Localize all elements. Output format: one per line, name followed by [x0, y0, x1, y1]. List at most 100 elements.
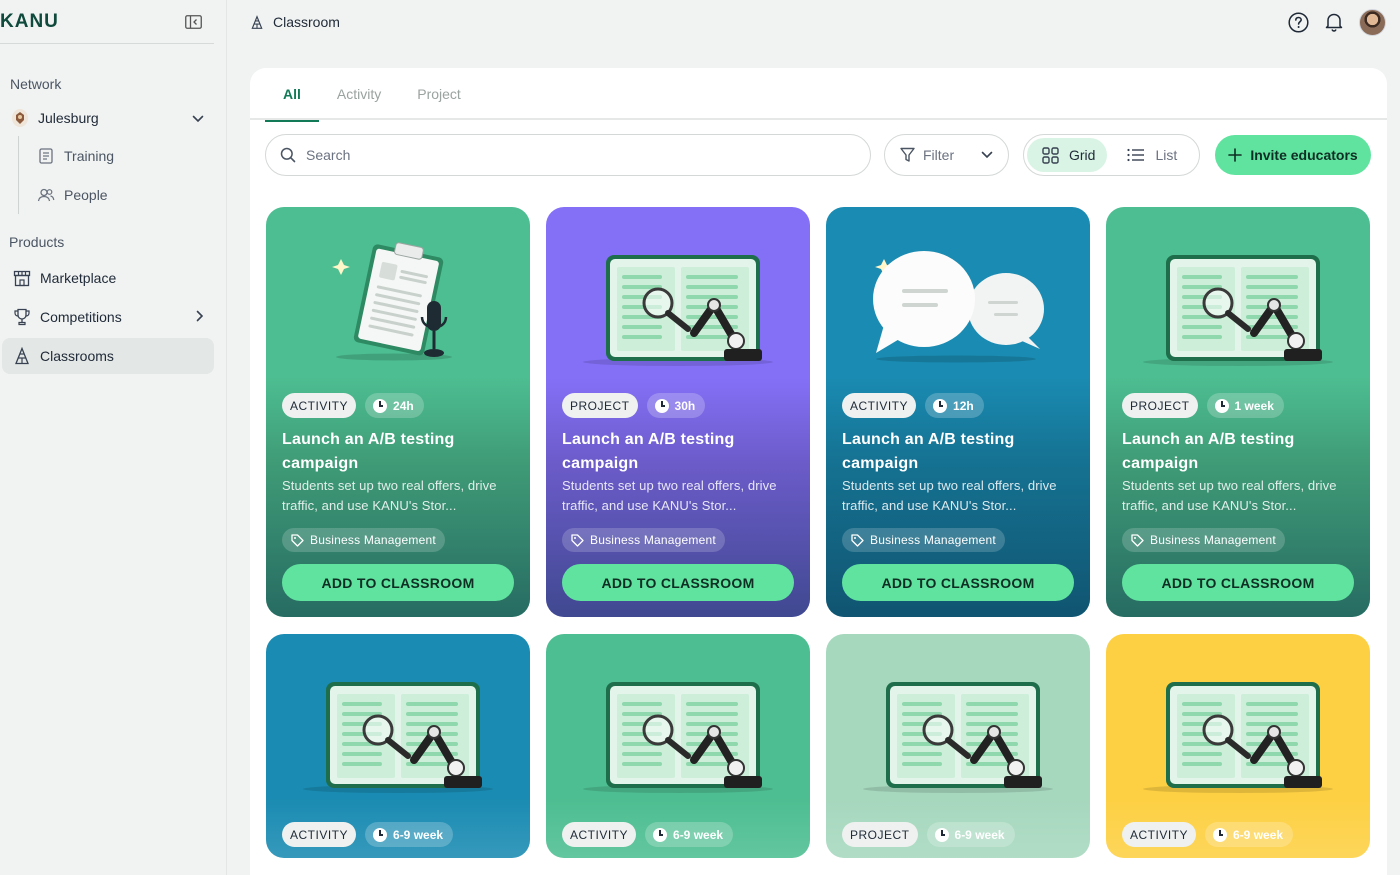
- clock-icon: [933, 398, 948, 413]
- card-duration: 6-9 week: [954, 827, 1005, 842]
- card-pills: ACTIVITY 24h: [282, 393, 514, 418]
- card-description: Students set up two real offers, drive t…: [562, 478, 777, 513]
- card-tag: Business Management: [282, 528, 445, 552]
- chevron-right-icon: [196, 309, 204, 325]
- card-duration-badge: 6-9 week: [1205, 822, 1294, 847]
- card-tag-label: Business Management: [310, 533, 436, 547]
- card-content: PROJECT 1 week Launch an A/B testing cam…: [1122, 393, 1354, 601]
- grid-view-label: Grid: [1069, 147, 1096, 163]
- help-icon[interactable]: [1287, 11, 1309, 33]
- course-card[interactable]: ACTIVITY 24h Launch an A/B testing campa…: [266, 207, 530, 617]
- card-duration-badge: 1 week: [1206, 393, 1284, 418]
- tab-activity[interactable]: Activity: [319, 68, 399, 120]
- filter-dropdown[interactable]: Filter: [884, 134, 1009, 176]
- view-toggle: Grid List: [1023, 134, 1200, 176]
- breadcrumb: Classroom: [250, 14, 340, 30]
- tab-bar: All Activity Project: [250, 68, 1387, 122]
- clock-icon: [934, 827, 949, 842]
- sidebar-item-label: Training: [64, 147, 115, 164]
- sidebar-item-people[interactable]: People: [27, 175, 214, 214]
- card-duration-badge: 30h: [646, 393, 706, 418]
- sidebar-item-label: People: [64, 186, 108, 203]
- card-content: ACTIVITY 24h Launch an A/B testing campa…: [282, 393, 514, 601]
- clock-icon: [373, 398, 388, 413]
- collapse-sidebar-icon[interactable]: [184, 14, 202, 30]
- sidebar-item-label: Classrooms: [40, 348, 114, 364]
- card-grid: ACTIVITY 24h Launch an A/B testing campa…: [266, 207, 1370, 858]
- classroom-icon: [12, 346, 32, 366]
- invite-label: Invite educators: [1250, 147, 1358, 163]
- card-type-badge: PROJECT: [1122, 393, 1198, 418]
- card-duration: 24h: [393, 398, 414, 413]
- grid-view-button[interactable]: Grid: [1027, 138, 1108, 172]
- card-content: ACTIVITY 12h Launch an A/B testing campa…: [842, 393, 1074, 601]
- org-name: Julesburg: [38, 110, 99, 126]
- course-card[interactable]: PROJECT 6-9 week: [826, 634, 1090, 858]
- sidebar-item-marketplace[interactable]: Marketplace: [2, 260, 214, 296]
- user-avatar[interactable]: [1359, 8, 1386, 36]
- tab-project[interactable]: Project: [399, 68, 479, 120]
- card-content: ACTIVITY 6-9 week: [282, 822, 514, 847]
- people-icon: [37, 186, 55, 204]
- card-title: Launch an A/B testing campaign: [1122, 431, 1295, 472]
- sidebar-item-label: Competitions: [40, 309, 122, 325]
- tag-icon: [571, 533, 584, 547]
- network-section-label: Network: [10, 76, 62, 92]
- sidebar-item-classrooms[interactable]: Classrooms: [2, 338, 214, 374]
- card-type-badge: ACTIVITY: [562, 822, 637, 847]
- list-view-button[interactable]: List: [1107, 138, 1189, 172]
- course-card[interactable]: ACTIVITY 12h Launch an A/B testing campa…: [826, 207, 1090, 617]
- top-bar: Classroom: [228, 0, 1400, 44]
- toolbar: Filter Grid List Invite ed: [265, 134, 1371, 176]
- card-duration: 30h: [674, 398, 696, 413]
- list-view-label: List: [1155, 147, 1178, 163]
- grid-icon: [1042, 146, 1059, 164]
- course-card[interactable]: PROJECT 1 week Launch an A/B testing cam…: [1106, 207, 1370, 617]
- classroom-panel: All Activity Project Filter Grid: [250, 68, 1387, 875]
- list-icon: [1127, 148, 1145, 162]
- add-to-classroom-button[interactable]: ADD TO CLASSROOM: [842, 564, 1074, 601]
- card-duration: 6-9 week: [673, 827, 724, 842]
- classroom-icon: [250, 14, 264, 30]
- add-to-classroom-button[interactable]: ADD TO CLASSROOM: [562, 564, 794, 601]
- chevron-down-icon: [192, 110, 204, 126]
- card-type-badge: ACTIVITY: [282, 822, 357, 847]
- tag-icon: [851, 533, 864, 547]
- add-to-classroom-button[interactable]: ADD TO CLASSROOM: [282, 564, 514, 601]
- clock-icon: [653, 827, 668, 842]
- trophy-icon: [12, 307, 32, 327]
- card-description: Students set up two real offers, drive t…: [842, 478, 1057, 513]
- course-card[interactable]: ACTIVITY 6-9 week: [1106, 634, 1370, 858]
- org-logo-icon: [12, 109, 28, 127]
- card-duration-badge: 6-9 week: [365, 822, 454, 847]
- card-type-badge: ACTIVITY: [282, 393, 357, 418]
- card-title: Launch an A/B testing campaign: [562, 431, 735, 472]
- card-type-badge: ACTIVITY: [1122, 822, 1197, 847]
- invite-educators-button[interactable]: Invite educators: [1215, 135, 1371, 175]
- notification-bell-icon[interactable]: [1323, 11, 1345, 33]
- card-duration-badge: 6-9 week: [645, 822, 734, 847]
- card-duration-badge: 12h: [925, 393, 984, 418]
- kanu-logo[interactable]: KANU: [0, 11, 59, 33]
- course-card[interactable]: ACTIVITY 6-9 week: [546, 634, 810, 858]
- card-pills: ACTIVITY 6-9 week: [282, 822, 514, 847]
- tab-all[interactable]: All: [265, 68, 319, 122]
- logo-row: KANU: [0, 0, 214, 44]
- sidebar-item-competitions[interactable]: Competitions: [2, 299, 214, 335]
- card-duration-badge: 24h: [365, 393, 424, 418]
- card-pills: ACTIVITY 6-9 week: [562, 822, 794, 847]
- card-title: Launch an A/B testing campaign: [842, 431, 1015, 472]
- course-card[interactable]: ACTIVITY 6-9 week: [266, 634, 530, 858]
- card-tag-label: Business Management: [590, 533, 716, 547]
- sidebar-item-training[interactable]: Training: [27, 136, 214, 175]
- org-submenu: Training People: [18, 136, 214, 214]
- org-selector-julesburg[interactable]: Julesburg: [2, 100, 214, 136]
- filter-icon: [900, 147, 915, 163]
- tag-icon: [1131, 533, 1144, 547]
- tag-icon: [291, 533, 304, 547]
- course-card[interactable]: PROJECT 30h Launch an A/B testing campai…: [546, 207, 810, 617]
- add-to-classroom-button[interactable]: ADD TO CLASSROOM: [1122, 564, 1354, 601]
- search-input[interactable]: [306, 147, 856, 163]
- card-type-badge: ACTIVITY: [842, 393, 917, 418]
- card-type-badge: PROJECT: [842, 822, 918, 847]
